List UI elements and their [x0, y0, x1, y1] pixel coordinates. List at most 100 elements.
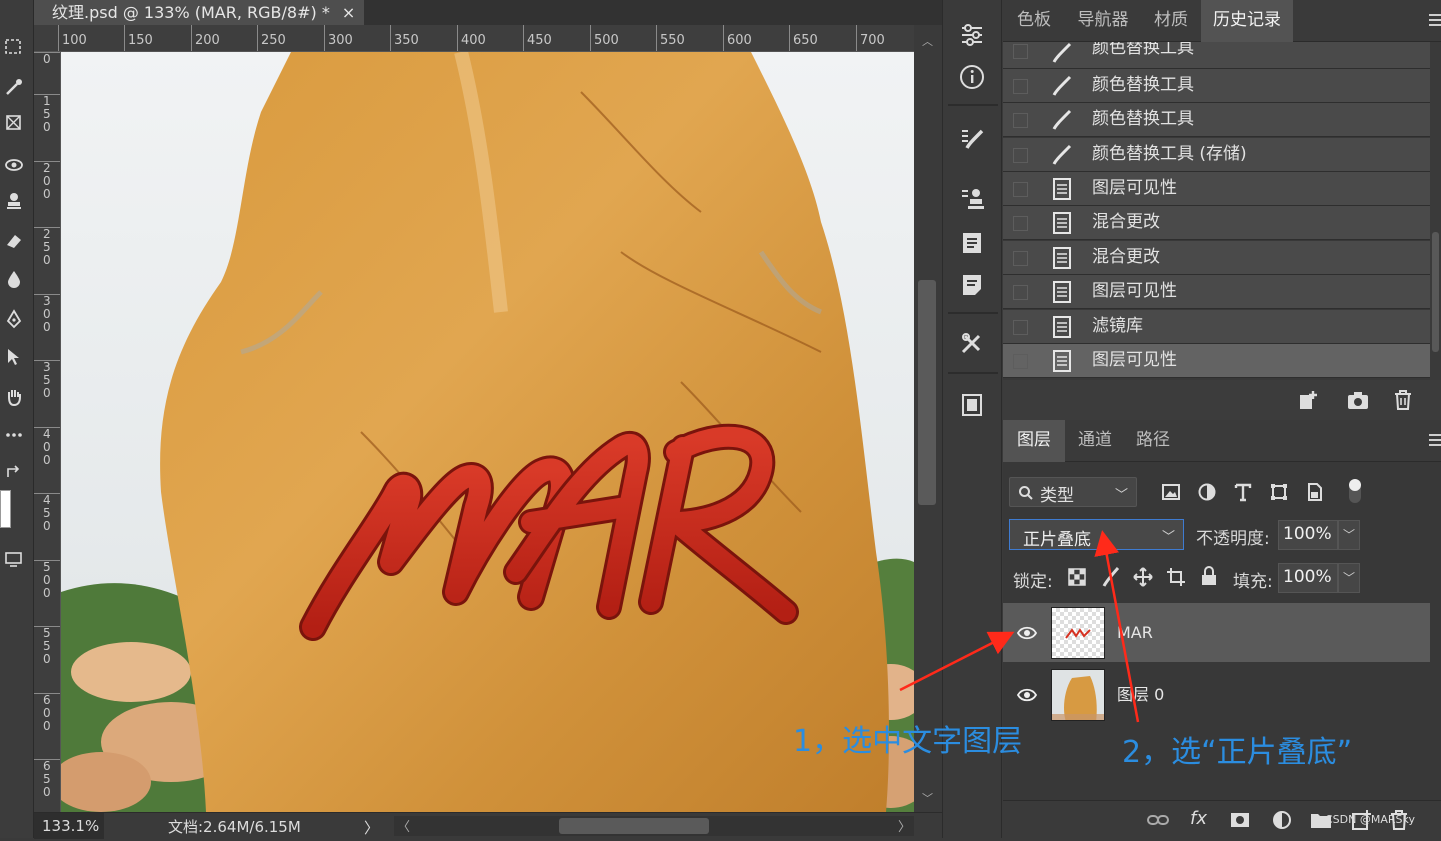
history-item[interactable]: 颜色替换工具 (存储) — [1003, 138, 1430, 172]
document-icon — [1053, 316, 1071, 338]
fx-icon[interactable]: fx — [1190, 808, 1207, 829]
history-item[interactable]: 颜色替换工具 — [1003, 42, 1430, 69]
history-snapshot-checkbox[interactable] — [1013, 320, 1028, 335]
lock-artboard-icon[interactable] — [1166, 567, 1186, 587]
pen-tool-icon[interactable] — [0, 304, 28, 334]
rock-thumbnail — [1051, 669, 1105, 721]
history-item[interactable]: 混合更改 — [1003, 206, 1430, 240]
trash-icon[interactable] — [1391, 388, 1415, 412]
artboard-panel-icon[interactable] — [955, 388, 989, 422]
swap-colors-icon[interactable] — [0, 458, 28, 488]
history-snapshot-checkbox[interactable] — [1013, 79, 1028, 94]
notes-panel-icon[interactable] — [955, 268, 989, 302]
scrollbar-thumb[interactable] — [1432, 232, 1439, 352]
visibility-eye-icon[interactable] — [1017, 625, 1037, 641]
history-item[interactable]: 颜色替换工具 — [1003, 103, 1430, 137]
adjustment-icon[interactable] — [1270, 808, 1294, 832]
lock-image-pixels-icon[interactable] — [1101, 566, 1121, 588]
layer-name[interactable]: MAR — [1117, 603, 1153, 663]
tab-paths[interactable]: 路径 — [1125, 420, 1181, 462]
scrollbar-thumb[interactable] — [559, 818, 709, 834]
panel-menu-icon[interactable] — [1429, 434, 1441, 448]
eye-dropper-tool-icon[interactable] — [0, 150, 28, 180]
history-scrollbar[interactable] — [1430, 42, 1441, 382]
filter-adjustment-icon[interactable] — [1197, 482, 1217, 502]
quick-select-tool-icon[interactable] — [0, 72, 28, 102]
clone-source-icon[interactable] — [955, 182, 989, 216]
tool-presets-icon[interactable] — [955, 326, 989, 360]
move-arrow-tool-icon[interactable] — [0, 342, 28, 372]
lock-all-icon[interactable] — [1200, 566, 1218, 586]
opacity-dropdown-icon[interactable]: ﹀ — [1338, 520, 1360, 550]
blur-drop-tool-icon[interactable] — [0, 264, 28, 294]
document-tab[interactable]: 纹理.psd @ 133% (MAR, RGB/8#) * × — [34, 0, 364, 25]
filter-type-icon[interactable] — [1233, 482, 1253, 502]
filter-pixel-icon[interactable] — [1161, 482, 1181, 502]
blend-mode-select[interactable]: 正片叠底 ﹀ — [1009, 519, 1184, 550]
history-item[interactable]: 图层可见性 — [1003, 275, 1430, 309]
blend-mode-value: 正片叠底 — [1023, 530, 1091, 550]
canvas-vertical-scrollbar[interactable]: ︿ ﹀ — [914, 25, 942, 812]
history-snapshot-checkbox[interactable] — [1013, 251, 1028, 266]
hand-tool-icon[interactable] — [0, 382, 28, 412]
new-document-from-state-icon[interactable] — [1297, 388, 1321, 412]
opacity-field[interactable]: 100% — [1278, 520, 1338, 550]
screen-mode-icon[interactable] — [0, 544, 28, 574]
history-item[interactable]: 滤镜库 — [1003, 310, 1430, 344]
filter-toggle-switch[interactable] — [1349, 479, 1361, 503]
tab-swatches[interactable]: 色板 — [1003, 0, 1065, 42]
filter-smart-object-icon[interactable] — [1305, 482, 1325, 502]
scrollbar-thumb[interactable] — [918, 280, 936, 505]
tab-navigator[interactable]: 导航器 — [1065, 0, 1141, 42]
scroll-right-icon[interactable]: 〉 — [898, 816, 911, 835]
mask-icon[interactable] — [1228, 808, 1252, 832]
eraser-tool-icon[interactable] — [0, 226, 28, 256]
camera-icon[interactable] — [1346, 388, 1370, 412]
layer-filter-select[interactable]: 类型 ﹀ — [1009, 477, 1137, 507]
properties-panel-icon[interactable] — [955, 226, 989, 260]
fill-field[interactable]: 100% — [1278, 563, 1338, 593]
crop-tool-icon[interactable] — [0, 108, 28, 138]
brush-presets-icon[interactable] — [955, 122, 989, 156]
background-color-swatch[interactable] — [0, 490, 11, 528]
history-item[interactable]: 颜色替换工具 — [1003, 69, 1430, 103]
history-snapshot-checkbox[interactable] — [1013, 354, 1028, 369]
document-size-info[interactable]: 文档:2.64M/6.15M — [168, 813, 301, 841]
history-snapshot-checkbox[interactable] — [1013, 113, 1028, 128]
history-snapshot-checkbox[interactable] — [1013, 285, 1028, 300]
history-item[interactable]: 混合更改 — [1003, 241, 1430, 275]
history-snapshot-checkbox[interactable] — [1013, 182, 1028, 197]
canvas-horizontal-scrollbar[interactable]: 〈 〉 — [394, 816, 914, 836]
more-tools-icon[interactable] — [0, 420, 28, 450]
tab-layers[interactable]: 图层 — [1003, 420, 1065, 462]
history-snapshot-checkbox[interactable] — [1013, 216, 1028, 231]
document-canvas[interactable] — [61, 52, 914, 812]
status-menu-arrow-icon[interactable]: 〉 — [364, 817, 379, 838]
visibility-eye-icon[interactable] — [1017, 687, 1037, 703]
stamp-tool-icon[interactable] — [0, 186, 28, 216]
tab-history[interactable]: 历史记录 — [1201, 0, 1293, 42]
link-icon[interactable] — [1146, 808, 1170, 832]
fill-dropdown-icon[interactable]: ﹀ — [1338, 563, 1360, 593]
layer-row-layer0[interactable]: 图层 0 — [1003, 665, 1430, 725]
adjustments-panel-icon[interactable] — [955, 18, 989, 52]
zoom-level-field[interactable]: 133.1% — [34, 813, 104, 839]
lock-transparent-pixels-icon[interactable] — [1068, 568, 1086, 586]
tab-channels[interactable]: 通道 — [1065, 420, 1125, 462]
filter-shape-icon[interactable] — [1269, 482, 1289, 502]
history-item-selected[interactable]: 图层可见性 — [1003, 344, 1430, 378]
layer-row-mar[interactable]: MAR — [1003, 603, 1430, 662]
scroll-left-icon[interactable]: 〈 — [397, 816, 410, 835]
close-tab-icon[interactable]: × — [342, 4, 355, 20]
lock-position-icon[interactable] — [1133, 567, 1153, 587]
layer-name[interactable]: 图层 0 — [1117, 665, 1164, 725]
scroll-down-icon[interactable]: ﹀ — [922, 790, 933, 806]
scroll-up-icon[interactable]: ︿ — [922, 33, 933, 49]
info-panel-icon[interactable] — [955, 60, 989, 94]
tab-materials[interactable]: 材质 — [1141, 0, 1201, 42]
panel-menu-icon[interactable] — [1429, 14, 1441, 28]
history-item[interactable]: 图层可见性 — [1003, 172, 1430, 206]
history-snapshot-checkbox[interactable] — [1013, 148, 1028, 163]
history-snapshot-checkbox[interactable] — [1013, 44, 1028, 59]
marquee-tool-icon[interactable] — [0, 32, 28, 62]
